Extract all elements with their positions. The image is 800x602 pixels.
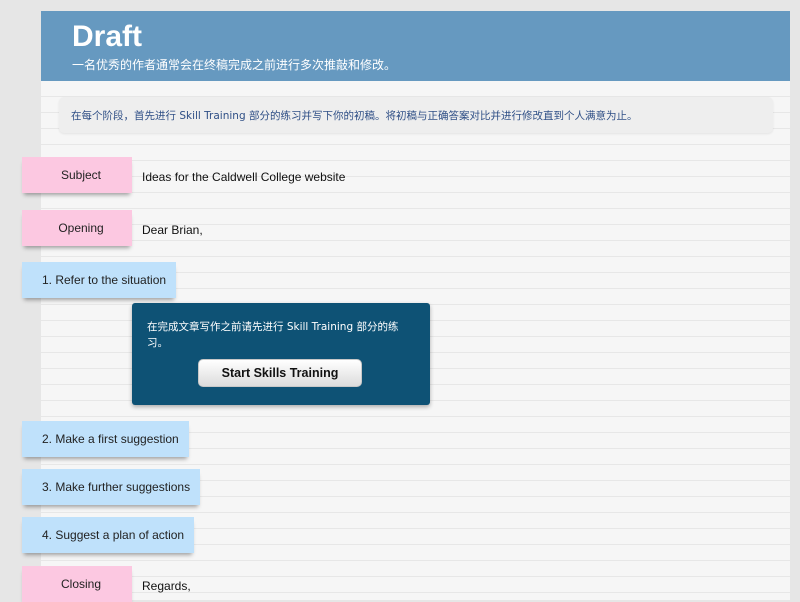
opening-label: Opening [58, 221, 104, 235]
popup-message: 在完成文章写作之前请先进行 Skill Training 部分的练习。 [147, 321, 399, 349]
opening-value[interactable]: Dear Brian, [142, 223, 203, 237]
step-label: 1. Refer to the situation [42, 273, 167, 287]
step-label: 4. Suggest a plan of action [42, 528, 185, 542]
step-refer-to-situation[interactable]: 1. Refer to the situation [22, 262, 177, 298]
step-label: 2. Make a first suggestion [42, 432, 179, 446]
closing-label: Closing [60, 577, 102, 591]
step-make-further-suggestions[interactable]: 3. Make further suggestions [22, 469, 201, 505]
step-make-first-suggestion[interactable]: 2. Make a first suggestion [22, 421, 189, 457]
page-subtitle: 一名优秀的作者通常会在终稿完成之前进行多次推敲和修改。 [72, 58, 397, 72]
opening-tag: Opening [22, 210, 132, 246]
subject-tag: Subject [22, 157, 132, 193]
closing-tag: Closing [22, 566, 132, 602]
step-suggest-plan-of-action[interactable]: 4. Suggest a plan of action [22, 517, 195, 553]
skill-training-popup: 在完成文章写作之前请先进行 Skill Training 部分的练习。 Star… [132, 303, 430, 405]
subject-label: Subject [60, 168, 102, 182]
page-title: Draft [72, 20, 143, 53]
start-skills-training-button[interactable]: Start Skills Training [198, 359, 362, 387]
start-skills-training-label: Start Skills Training [221, 366, 339, 380]
instructions-text: 在每个阶段，首先进行 Skill Training 部分的练习并写下你的初稿。将… [71, 110, 638, 122]
closing-value[interactable]: Regards, [142, 579, 191, 593]
instructions-box: 在每个阶段，首先进行 Skill Training 部分的练习并写下你的初稿。将… [59, 97, 773, 133]
step-label: 3. Make further suggestions [42, 480, 191, 494]
draft-header: Draft 一名优秀的作者通常会在终稿完成之前进行多次推敲和修改。 [41, 11, 790, 81]
subject-value[interactable]: Ideas for the Caldwell College website [142, 170, 345, 184]
